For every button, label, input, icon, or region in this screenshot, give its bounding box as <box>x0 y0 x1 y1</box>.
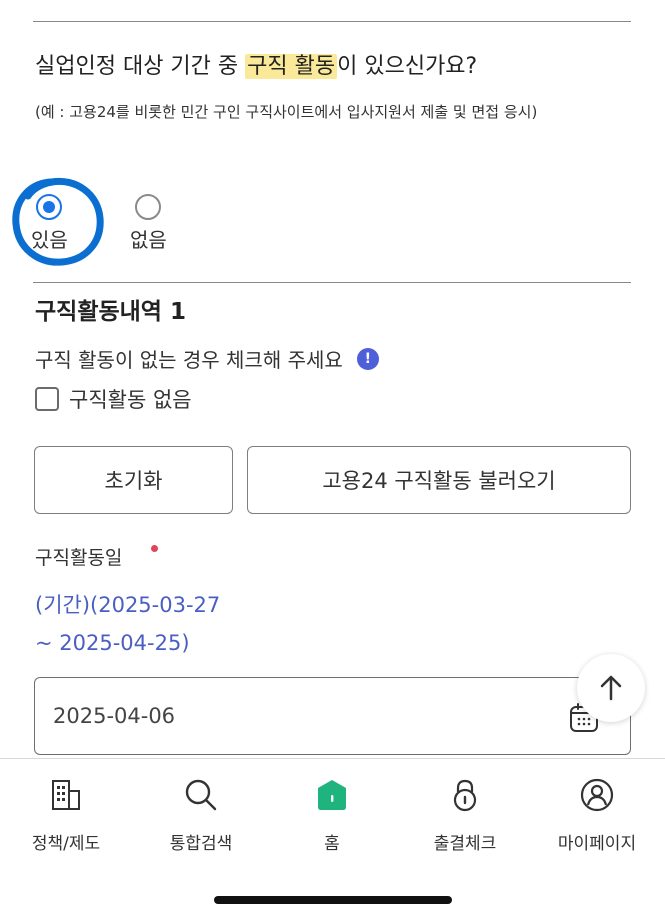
nav-item-attendance[interactable]: 출결체크 <box>405 777 525 854</box>
reset-button[interactable]: 초기화 <box>34 446 233 514</box>
top-divider <box>33 21 631 22</box>
no-activity-hint: 구직 활동이 없는 경우 체크해 주세요 ! <box>35 344 379 373</box>
radio-yes-label: 있음 <box>31 228 68 252</box>
load-activity-button[interactable]: 고용24 구직활동 불러오기 <box>247 446 631 514</box>
nav-label-attendance: 출결체크 <box>433 834 497 854</box>
nav-label-search: 통합검색 <box>169 834 233 854</box>
radio-option-no[interactable]: 없음 <box>130 194 167 253</box>
question-title: 실업인정 대상 기간 중 구직 활동이 있으신가요? <box>35 48 477 80</box>
period-line-2: ~ 2025-04-25) <box>35 631 190 655</box>
user-icon <box>580 778 614 812</box>
section-title: 구직활동내역 1 <box>35 299 186 325</box>
no-activity-checkbox-label: 구직활동 없음 <box>69 388 192 412</box>
activity-date-value: 2025-04-06 <box>53 704 176 728</box>
activity-date-label: 구직활동일 <box>35 547 123 569</box>
activity-period: (기간)(2025-03-27 ~ 2025-04-25) <box>35 586 220 662</box>
required-indicator <box>151 545 158 552</box>
question-title-after: 이 있으신가요? <box>337 54 478 79</box>
nav-label-policy: 정책/제도 <box>31 834 101 854</box>
question-title-highlight: 구직 활동 <box>245 54 338 79</box>
building-icon <box>52 780 80 810</box>
section-divider <box>33 282 631 283</box>
radio-no-button[interactable] <box>135 194 162 220</box>
activity-date-field[interactable]: 2025-04-06 <box>34 677 631 755</box>
radio-option-yes[interactable]: 있음 <box>31 194 68 253</box>
nav-label-mypage: 마이페이지 <box>557 834 637 854</box>
nav-item-mypage[interactable]: 마이페이지 <box>537 777 657 854</box>
nav-item-policy[interactable]: 정책/제도 <box>6 777 126 854</box>
bottom-navigation: 정책/제도 통합검색 홈 출결체크 마이페이지 <box>0 758 665 919</box>
period-line-1: (기간)(2025-03-27 <box>35 593 221 617</box>
nav-item-home[interactable]: 홈 <box>272 777 392 854</box>
radio-yes-button[interactable] <box>36 194 63 220</box>
question-title-before: 실업인정 대상 기간 중 <box>35 54 246 79</box>
search-icon <box>185 779 217 811</box>
arrow-up-icon <box>600 675 622 701</box>
radio-no-label: 없음 <box>130 228 167 252</box>
no-activity-checkbox-row[interactable]: 구직활동 없음 <box>35 384 192 414</box>
nav-label-home: 홈 <box>324 834 340 854</box>
lock-icon <box>453 779 477 812</box>
info-icon[interactable]: ! <box>356 347 379 370</box>
home-indicator <box>214 896 452 904</box>
scroll-to-top-button[interactable] <box>577 654 645 722</box>
hint-text: 구직 활동이 없는 경우 체크해 주세요 <box>35 348 343 372</box>
nav-item-search[interactable]: 통합검색 <box>141 777 261 854</box>
home-icon <box>318 780 346 810</box>
no-activity-checkbox[interactable] <box>35 387 59 411</box>
question-subtitle: (예 : 고용24를 비롯한 민간 구인 구직사이트에서 입사지원서 제출 및 … <box>35 103 538 121</box>
